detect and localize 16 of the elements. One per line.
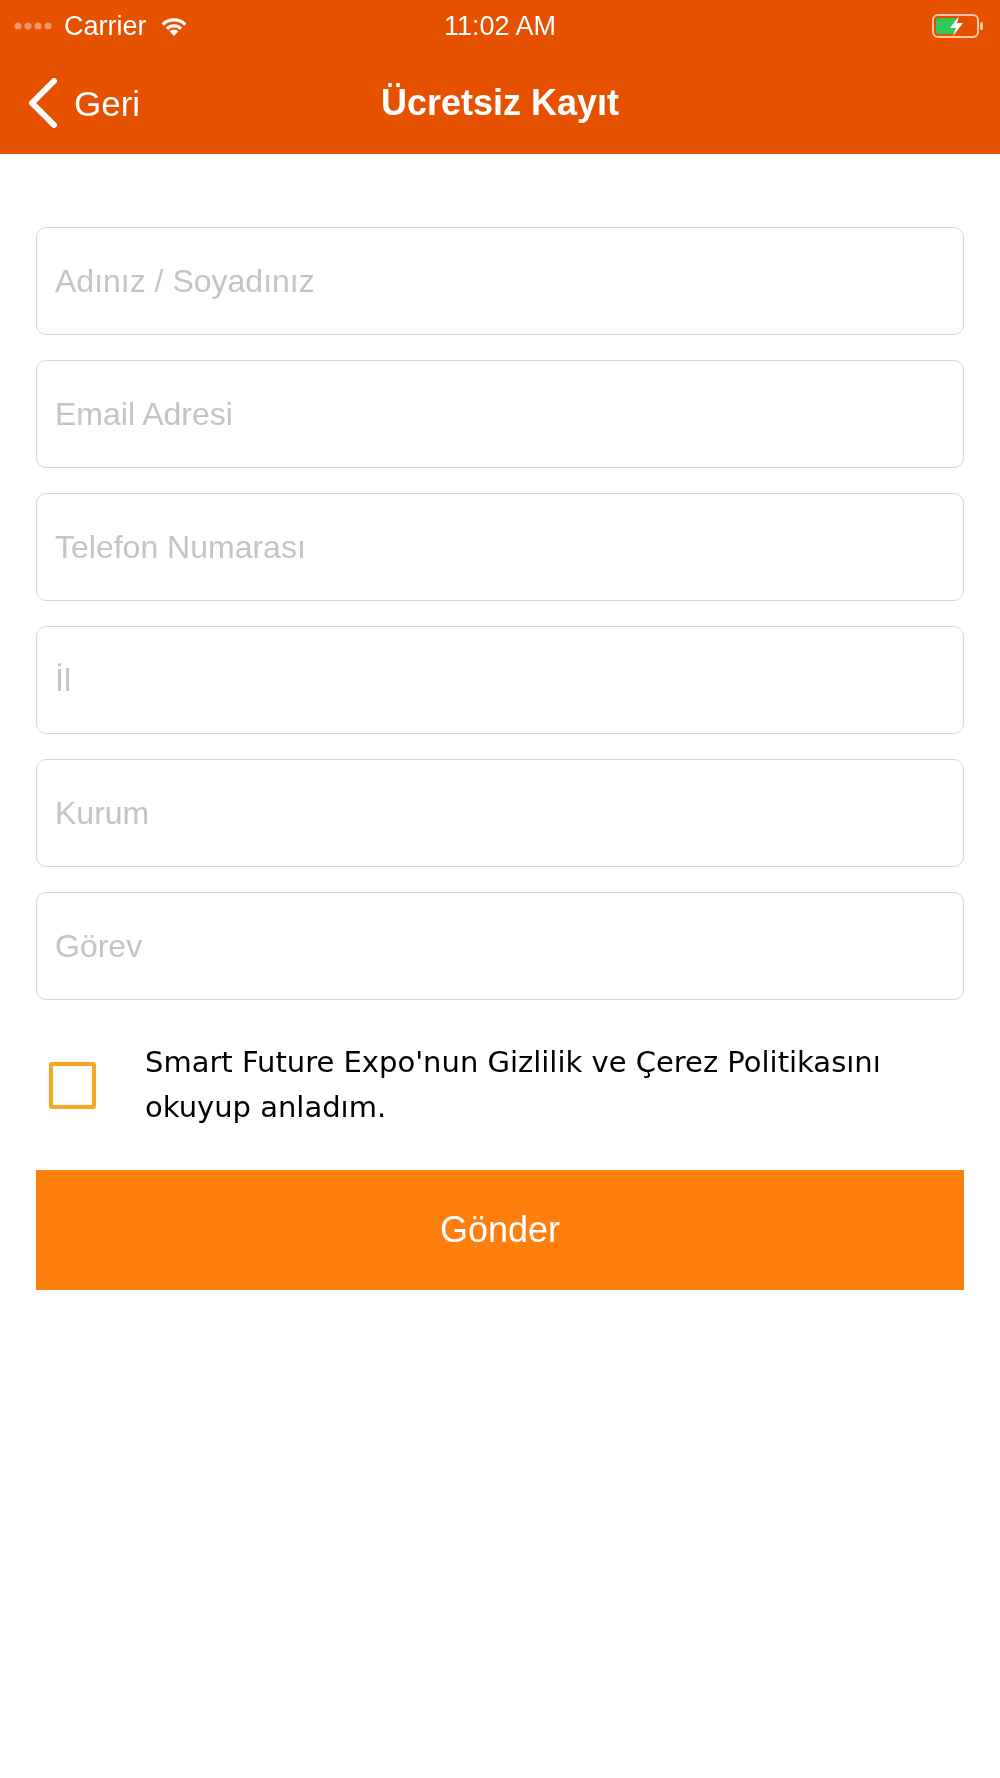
page-title: Ücretsiz Kayıt xyxy=(380,85,620,121)
text-field[interactable]: Adınız / Soyadınız xyxy=(36,227,964,335)
status-time: 11:02 AM xyxy=(443,12,557,40)
text-field[interactable]: Telefon Numarası xyxy=(36,493,964,601)
text-field[interactable]: İl xyxy=(36,626,964,734)
text-field[interactable]: Görev xyxy=(36,892,964,1000)
battery-icon xyxy=(932,14,984,38)
signal-icon xyxy=(14,22,52,30)
back-button[interactable]: Geri xyxy=(28,78,141,128)
checkbox[interactable] xyxy=(49,1061,96,1109)
consent-text: Smart Future Expo'nun Gizlilik ve Çerez Politikasını okuyup anladım. xyxy=(145,1044,882,1126)
submit-button[interactable]: Gönder xyxy=(36,1170,964,1290)
text-field[interactable]: Kurum xyxy=(36,759,964,867)
carrier-name: Carrier xyxy=(64,12,147,40)
text-field[interactable]: Email Adresi xyxy=(36,360,964,468)
back-chevron-icon xyxy=(28,78,58,128)
